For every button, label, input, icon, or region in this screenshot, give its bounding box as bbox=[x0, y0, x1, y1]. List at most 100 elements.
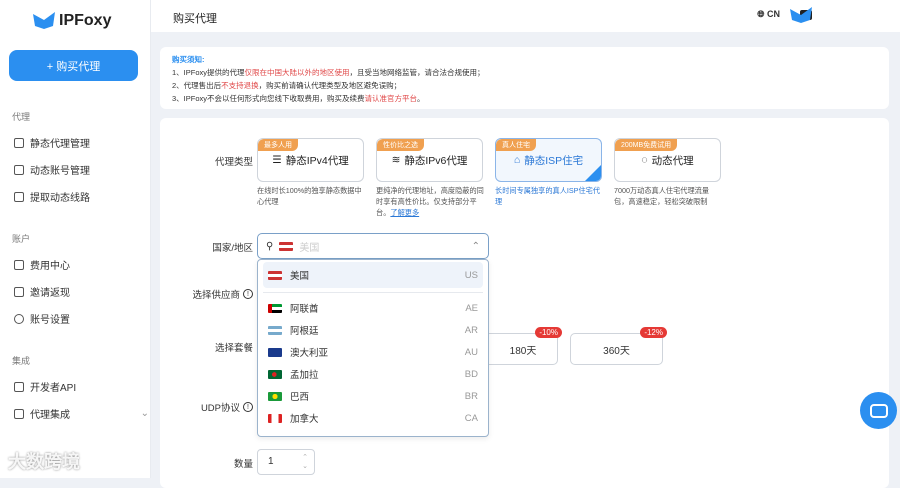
proxy-type-name: 动态代理 bbox=[651, 154, 694, 167]
top-bar: 购买代理 🌐︎ CN bbox=[151, 0, 900, 32]
page-title: 购买代理 bbox=[173, 13, 217, 25]
country-label: 国家/地区 bbox=[212, 243, 253, 254]
country-option-us[interactable]: 美国 US bbox=[263, 262, 483, 288]
chat-support-button[interactable] bbox=[860, 392, 897, 429]
card-icon bbox=[14, 259, 24, 270]
flag-icon bbox=[268, 325, 282, 335]
watermark: 大数跨境 bbox=[8, 452, 80, 472]
sidebar-item-label: 邀请返现 bbox=[30, 288, 70, 299]
badge: 真人住宅 bbox=[496, 139, 536, 151]
proxy-type-ipv4[interactable]: 最多人用 ☰ 静态IPv4代理 bbox=[257, 138, 364, 182]
flag-icon bbox=[268, 413, 282, 423]
country-option-ae[interactable]: 阿联酋 AE bbox=[258, 297, 488, 319]
proxy-type-name: 静态ISP住宅 bbox=[524, 154, 584, 167]
sidebar: IPFoxy + 购买代理 代理 静态代理管理 动态账号管理 提取动态线路 账户… bbox=[0, 0, 151, 478]
sidebar-item-label: 账号设置 bbox=[30, 315, 70, 326]
sidebar-item-static-proxy[interactable]: 静态代理管理 bbox=[14, 135, 149, 150]
proxy-type-label: 代理类型 bbox=[214, 157, 253, 168]
checkmark-icon bbox=[585, 165, 601, 181]
udp-label: UDP协议! bbox=[201, 400, 253, 414]
quantity-value: 1 bbox=[268, 456, 274, 467]
badge: 性价比之选 bbox=[377, 139, 424, 151]
dollar-icon bbox=[14, 286, 24, 297]
sidebar-item-account-settings[interactable]: 账号设置 bbox=[14, 311, 149, 326]
language-label: CN bbox=[767, 9, 780, 19]
notice-heading: 购买须知: bbox=[172, 55, 205, 64]
sidebar-item-label: 动态账号管理 bbox=[30, 166, 90, 177]
info-icon[interactable]: ! bbox=[243, 289, 253, 299]
search-icon: ⚲ bbox=[266, 240, 274, 252]
country-option-ar[interactable]: 阿根廷 AR bbox=[258, 319, 488, 341]
country-name: 美国 bbox=[290, 271, 310, 282]
divider bbox=[263, 292, 483, 293]
proxy-type-desc: 长时间专属独享的真人ISP住宅代理 bbox=[495, 186, 601, 206]
logo[interactable]: IPFoxy bbox=[33, 12, 111, 30]
country-name: 澳大利亚 bbox=[290, 348, 329, 359]
sidebar-item-dynamic-account[interactable]: 动态账号管理 bbox=[14, 162, 149, 177]
country-search-input[interactable]: 美国 bbox=[299, 239, 319, 254]
sidebar-item-label: 静态代理管理 bbox=[30, 139, 90, 150]
list-icon: ☰ bbox=[272, 154, 282, 166]
proxy-type-isp[interactable]: 真人住宅 ⌂ 静态ISP住宅 bbox=[495, 138, 602, 182]
country-option-br[interactable]: 巴西 BR bbox=[258, 385, 488, 407]
sidebar-item-proxy-integration[interactable]: 代理集成 ⌄ bbox=[14, 406, 149, 421]
country-code: BR bbox=[464, 390, 478, 402]
monitor-icon bbox=[14, 137, 24, 148]
learn-more-link[interactable]: 了解更多 bbox=[390, 208, 419, 217]
chevron-up-icon: ⌃ bbox=[471, 240, 480, 252]
fox-logo-icon bbox=[33, 12, 55, 29]
quantity-stepper[interactable]: 1 ⌃ ⌄ bbox=[257, 449, 315, 475]
notice-line: 3、IPFoxy不会以任何形式向您线下收取费用，购买及续费请认准官方平台。 bbox=[172, 94, 425, 103]
flag-icon bbox=[268, 270, 282, 280]
country-code: AR bbox=[464, 324, 478, 336]
discount-badge: -12% bbox=[640, 327, 667, 338]
section-title-account: 账户 bbox=[12, 234, 31, 244]
country-option-ca[interactable]: 加拿大 CA bbox=[258, 407, 488, 429]
sidebar-item-label: 提取动态线路 bbox=[30, 193, 90, 204]
flag-icon bbox=[268, 391, 282, 401]
home-icon: ⌂ bbox=[513, 154, 521, 166]
country-name: 阿根廷 bbox=[290, 326, 319, 337]
sidebar-item-billing[interactable]: 费用中心 bbox=[14, 257, 149, 272]
package-name: 360天 bbox=[603, 345, 630, 357]
proxy-type-dynamic[interactable]: 200MB免费试用 ◌ 动态代理 bbox=[614, 138, 721, 182]
country-code: CA bbox=[464, 412, 478, 424]
stepper-arrows-icon[interactable]: ⌃ ⌄ bbox=[302, 453, 308, 471]
sidebar-item-label: 开发者API bbox=[30, 383, 77, 394]
notice-line: 1、IPFoxy提供的代理仅限在中国大陆以外的地区使用，且受当地网络监管，请合法… bbox=[172, 68, 485, 77]
country-name: 孟加拉 bbox=[290, 370, 319, 381]
avatar-icon[interactable] bbox=[790, 7, 812, 24]
country-code: US bbox=[464, 269, 478, 281]
server-icon bbox=[14, 191, 24, 202]
info-icon[interactable]: ! bbox=[243, 402, 253, 412]
layers-icon: ≋ bbox=[391, 154, 401, 166]
buy-proxy-button[interactable]: + 购买代理 bbox=[9, 50, 138, 81]
proxy-type-ipv6[interactable]: 性价比之选 ≋ 静态IPv6代理 bbox=[376, 138, 483, 182]
country-name: 阿联酋 bbox=[290, 304, 319, 315]
country-select[interactable]: ⚲ 美国 ⌃ bbox=[257, 233, 489, 259]
country-name: 加拿大 bbox=[290, 414, 319, 425]
badge: 200MB免费试用 bbox=[615, 139, 678, 151]
country-option-au[interactable]: 澳大利亚 AU bbox=[258, 341, 488, 363]
integration-icon bbox=[14, 408, 24, 419]
sidebar-item-extract-lines[interactable]: 提取动态线路 bbox=[14, 189, 149, 204]
package-name: 180天 bbox=[509, 345, 537, 357]
sidebar-item-developer-api[interactable]: 开发者API bbox=[14, 379, 149, 394]
sidebar-item-label: 费用中心 bbox=[30, 261, 70, 272]
sidebar-item-referral[interactable]: 邀请返现 bbox=[14, 284, 149, 299]
users-icon bbox=[14, 164, 24, 175]
flag-icon bbox=[268, 303, 282, 313]
country-option-bd[interactable]: 孟加拉 BD bbox=[258, 363, 488, 385]
badge: 最多人用 bbox=[258, 139, 298, 151]
country-code: AE bbox=[465, 302, 478, 314]
refresh-icon: ◌ bbox=[641, 154, 648, 166]
chat-icon bbox=[869, 403, 888, 418]
country-code: AU bbox=[464, 346, 478, 358]
api-icon bbox=[14, 381, 24, 392]
us-flag-icon bbox=[279, 241, 294, 251]
package-360-days[interactable]: 360天 -12% bbox=[570, 327, 667, 365]
section-title-proxy: 代理 bbox=[12, 112, 31, 122]
user-circle-icon bbox=[14, 313, 24, 324]
flag-icon bbox=[268, 369, 282, 379]
language-switcher[interactable]: 🌐︎ CN bbox=[757, 9, 780, 20]
